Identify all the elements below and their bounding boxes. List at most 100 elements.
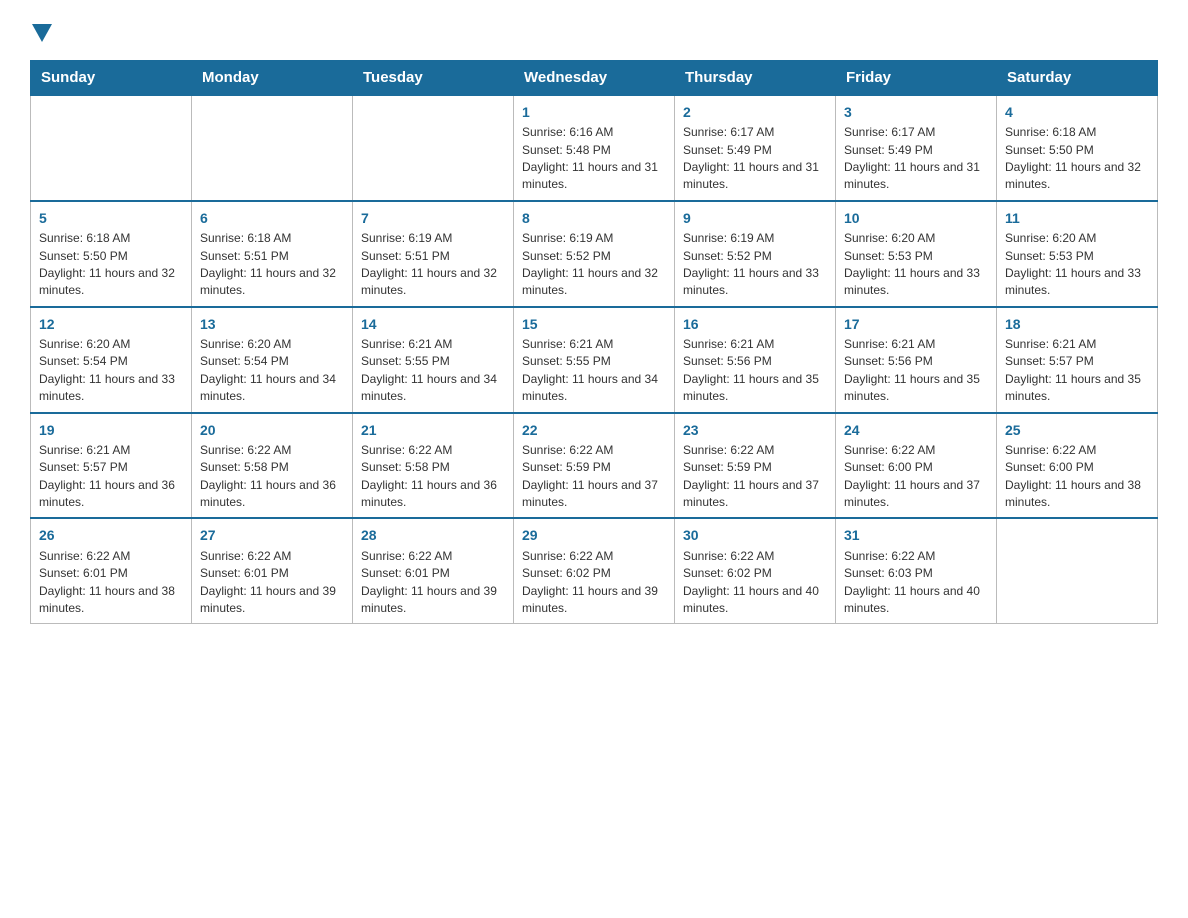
- day-number: 13: [200, 314, 344, 334]
- weekday-header-saturday: Saturday: [997, 61, 1158, 96]
- calendar-cell: 3Sunrise: 6:17 AMSunset: 5:49 PMDaylight…: [836, 95, 997, 201]
- day-info: Sunrise: 6:21 AMSunset: 5:57 PMDaylight:…: [39, 442, 183, 512]
- day-info: Sunrise: 6:17 AMSunset: 5:49 PMDaylight:…: [683, 124, 827, 194]
- day-info: Sunrise: 6:22 AMSunset: 5:58 PMDaylight:…: [361, 442, 505, 512]
- day-number: 24: [844, 420, 988, 440]
- day-number: 14: [361, 314, 505, 334]
- calendar-cell: 8Sunrise: 6:19 AMSunset: 5:52 PMDaylight…: [514, 201, 675, 307]
- calendar-cell: 2Sunrise: 6:17 AMSunset: 5:49 PMDaylight…: [675, 95, 836, 201]
- day-info: Sunrise: 6:16 AMSunset: 5:48 PMDaylight:…: [522, 124, 666, 194]
- calendar-cell: 13Sunrise: 6:20 AMSunset: 5:54 PMDayligh…: [192, 307, 353, 413]
- day-info: Sunrise: 6:22 AMSunset: 6:02 PMDaylight:…: [522, 548, 666, 618]
- calendar-cell: [31, 95, 192, 201]
- weekday-header-row: SundayMondayTuesdayWednesdayThursdayFrid…: [31, 61, 1158, 96]
- day-number: 30: [683, 525, 827, 545]
- week-row-2: 12Sunrise: 6:20 AMSunset: 5:54 PMDayligh…: [31, 307, 1158, 413]
- page-header: [30, 20, 1158, 42]
- day-number: 31: [844, 525, 988, 545]
- calendar-cell: 16Sunrise: 6:21 AMSunset: 5:56 PMDayligh…: [675, 307, 836, 413]
- day-info: Sunrise: 6:19 AMSunset: 5:52 PMDaylight:…: [683, 230, 827, 300]
- day-info: Sunrise: 6:19 AMSunset: 5:51 PMDaylight:…: [361, 230, 505, 300]
- weekday-header-monday: Monday: [192, 61, 353, 96]
- logo-triangle-icon: [32, 24, 52, 42]
- day-info: Sunrise: 6:22 AMSunset: 6:01 PMDaylight:…: [39, 548, 183, 618]
- day-info: Sunrise: 6:21 AMSunset: 5:56 PMDaylight:…: [683, 336, 827, 406]
- calendar-cell: 25Sunrise: 6:22 AMSunset: 6:00 PMDayligh…: [997, 413, 1158, 519]
- day-number: 22: [522, 420, 666, 440]
- week-row-0: 1Sunrise: 6:16 AMSunset: 5:48 PMDaylight…: [31, 95, 1158, 201]
- calendar-cell: 24Sunrise: 6:22 AMSunset: 6:00 PMDayligh…: [836, 413, 997, 519]
- calendar-cell: 4Sunrise: 6:18 AMSunset: 5:50 PMDaylight…: [997, 95, 1158, 201]
- calendar-cell: 27 Sunrise: 6:22 AMSunset: 6:01 PMDayligh…: [192, 518, 353, 623]
- calendar-cell: 21Sunrise: 6:22 AMSunset: 5:58 PMDayligh…: [353, 413, 514, 519]
- calendar-cell: 7Sunrise: 6:19 AMSunset: 5:51 PMDaylight…: [353, 201, 514, 307]
- day-info: Sunrise: 6:21 AMSunset: 5:56 PMDaylight:…: [844, 336, 988, 406]
- day-number: 1: [522, 102, 666, 122]
- calendar-cell: 15Sunrise: 6:21 AMSunset: 5:55 PMDayligh…: [514, 307, 675, 413]
- calendar-table: SundayMondayTuesdayWednesdayThursdayFrid…: [30, 60, 1158, 624]
- day-info: Sunrise: 6:20 AMSunset: 5:53 PMDaylight:…: [844, 230, 988, 300]
- day-info: Sunrise: 6:22 AMSunset: 6:00 PMDaylight:…: [844, 442, 988, 512]
- day-info: Sunrise: 6:20 AMSunset: 5:54 PMDaylight:…: [39, 336, 183, 406]
- day-number: 3: [844, 102, 988, 122]
- day-number: 25: [1005, 420, 1149, 440]
- calendar-cell: 20Sunrise: 6:22 AMSunset: 5:58 PMDayligh…: [192, 413, 353, 519]
- calendar-cell: 23Sunrise: 6:22 AMSunset: 5:59 PMDayligh…: [675, 413, 836, 519]
- day-number: 27: [200, 525, 344, 545]
- day-number: 16: [683, 314, 827, 334]
- day-number: 11: [1005, 208, 1149, 228]
- day-info: Sunrise: 6:22 AMSunset: 6:03 PMDaylight:…: [844, 548, 988, 618]
- day-number: 8: [522, 208, 666, 228]
- calendar-cell: [997, 518, 1158, 623]
- calendar-cell: 9Sunrise: 6:19 AMSunset: 5:52 PMDaylight…: [675, 201, 836, 307]
- day-number: 15: [522, 314, 666, 334]
- day-info: Sunrise: 6:22 AMSunset: 6:02 PMDaylight:…: [683, 548, 827, 618]
- weekday-header-wednesday: Wednesday: [514, 61, 675, 96]
- weekday-header-thursday: Thursday: [675, 61, 836, 96]
- calendar-cell: [353, 95, 514, 201]
- day-info: Sunrise: 6:20 AMSunset: 5:54 PMDaylight:…: [200, 336, 344, 406]
- day-info: Sunrise: 6:18 AMSunset: 5:50 PMDaylight:…: [1005, 124, 1149, 194]
- day-number: 9: [683, 208, 827, 228]
- day-number: 4: [1005, 102, 1149, 122]
- day-info: Sunrise: 6:22 AMSunset: 5:59 PMDaylight:…: [683, 442, 827, 512]
- week-row-4: 26Sunrise: 6:22 AMSunset: 6:01 PMDayligh…: [31, 518, 1158, 623]
- calendar-cell: 31 Sunrise: 6:22 AMSunset: 6:03 PMDayligh…: [836, 518, 997, 623]
- day-info: Sunrise: 6:22 AMSunset: 6:00 PMDaylight:…: [1005, 442, 1149, 512]
- calendar-cell: 22Sunrise: 6:22 AMSunset: 5:59 PMDayligh…: [514, 413, 675, 519]
- calendar-cell: 18Sunrise: 6:21 AMSunset: 5:57 PMDayligh…: [997, 307, 1158, 413]
- calendar-cell: 29 Sunrise: 6:22 AMSunset: 6:02 PMDayligh…: [514, 518, 675, 623]
- logo: [30, 20, 54, 42]
- day-number: 29: [522, 525, 666, 545]
- calendar-cell: 19Sunrise: 6:21 AMSunset: 5:57 PMDayligh…: [31, 413, 192, 519]
- day-info: Sunrise: 6:21 AMSunset: 5:55 PMDaylight:…: [522, 336, 666, 406]
- day-number: 20: [200, 420, 344, 440]
- calendar-cell: 1Sunrise: 6:16 AMSunset: 5:48 PMDaylight…: [514, 95, 675, 201]
- week-row-1: 5Sunrise: 6:18 AMSunset: 5:50 PMDaylight…: [31, 201, 1158, 307]
- calendar-cell: 14Sunrise: 6:21 AMSunset: 5:55 PMDayligh…: [353, 307, 514, 413]
- day-number: 10: [844, 208, 988, 228]
- day-info: Sunrise: 6:22 AMSunset: 6:01 PMDaylight:…: [361, 548, 505, 618]
- weekday-header-friday: Friday: [836, 61, 997, 96]
- calendar-cell: 30 Sunrise: 6:22 AMSunset: 6:02 PMDayligh…: [675, 518, 836, 623]
- day-info: Sunrise: 6:20 AMSunset: 5:53 PMDaylight:…: [1005, 230, 1149, 300]
- day-number: 18: [1005, 314, 1149, 334]
- weekday-header-tuesday: Tuesday: [353, 61, 514, 96]
- day-info: Sunrise: 6:19 AMSunset: 5:52 PMDaylight:…: [522, 230, 666, 300]
- calendar-cell: 5Sunrise: 6:18 AMSunset: 5:50 PMDaylight…: [31, 201, 192, 307]
- calendar-cell: 26Sunrise: 6:22 AMSunset: 6:01 PMDayligh…: [31, 518, 192, 623]
- day-number: 12: [39, 314, 183, 334]
- calendar-cell: 11Sunrise: 6:20 AMSunset: 5:53 PMDayligh…: [997, 201, 1158, 307]
- day-number: 21: [361, 420, 505, 440]
- calendar-cell: 17Sunrise: 6:21 AMSunset: 5:56 PMDayligh…: [836, 307, 997, 413]
- calendar-cell: 10Sunrise: 6:20 AMSunset: 5:53 PMDayligh…: [836, 201, 997, 307]
- day-info: Sunrise: 6:22 AMSunset: 6:01 PMDaylight:…: [200, 548, 344, 618]
- calendar-cell: 12Sunrise: 6:20 AMSunset: 5:54 PMDayligh…: [31, 307, 192, 413]
- calendar-cell: 6Sunrise: 6:18 AMSunset: 5:51 PMDaylight…: [192, 201, 353, 307]
- day-number: 2: [683, 102, 827, 122]
- day-info: Sunrise: 6:17 AMSunset: 5:49 PMDaylight:…: [844, 124, 988, 194]
- day-info: Sunrise: 6:22 AMSunset: 5:58 PMDaylight:…: [200, 442, 344, 512]
- day-number: 7: [361, 208, 505, 228]
- day-number: 17: [844, 314, 988, 334]
- day-number: 6: [200, 208, 344, 228]
